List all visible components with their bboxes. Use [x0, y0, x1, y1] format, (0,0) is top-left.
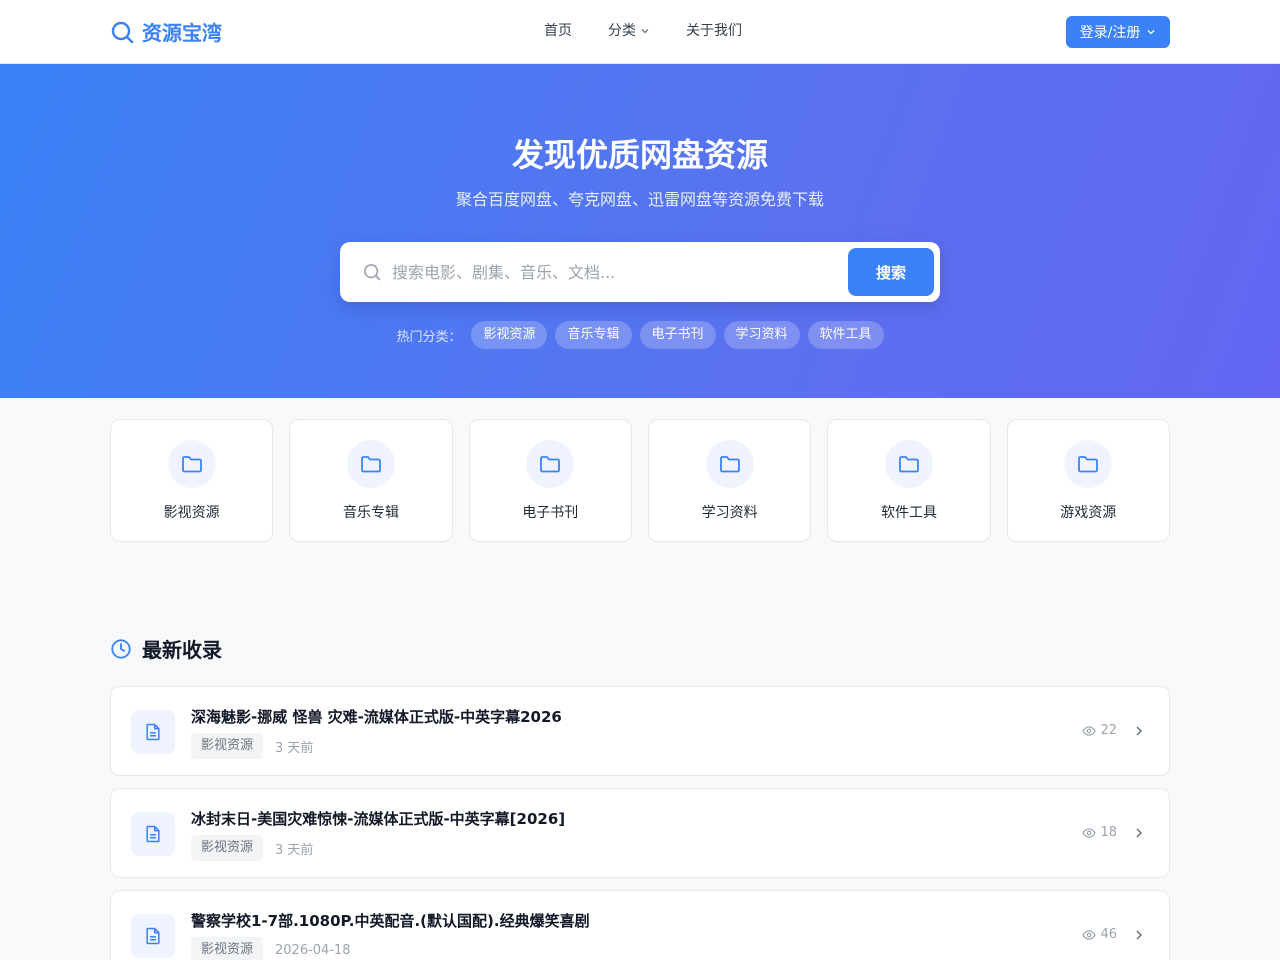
file-icon — [146, 927, 160, 945]
item-date: 3 天前 — [275, 842, 314, 858]
eye-icon — [1082, 827, 1097, 838]
nav-home-label: 首页 — [544, 23, 572, 39]
category-label: 学习资料 — [701, 505, 758, 521]
search-button[interactable]: 搜索 — [848, 248, 934, 296]
folder-icon — [1078, 456, 1099, 473]
folder-icon — [899, 456, 919, 473]
search-icon — [364, 264, 381, 281]
folder-icon — [719, 456, 740, 473]
list-item[interactable]: 冰封末日-美国灾难惊悚-流媒体正式版-中英字幕[2026] 影视资源 3 天前 … — [110, 788, 1170, 878]
file-icon-bg — [131, 710, 175, 754]
nav-about-label: 关于我们 — [686, 23, 742, 39]
item-date: 3 天前 — [275, 740, 314, 756]
file-icon — [146, 825, 160, 843]
file-icon — [146, 723, 160, 741]
category-icon-bg — [1064, 440, 1113, 488]
item-views: 18 — [1082, 825, 1117, 840]
hot-tag-ebook[interactable]: 电子书刊 — [639, 321, 716, 349]
chevron-down-icon — [1147, 30, 1155, 35]
category-card-study[interactable]: 学习资料 — [647, 419, 812, 542]
item-category-tag: 影视资源 — [191, 835, 264, 861]
item-views: 46 — [1082, 927, 1117, 942]
nav-categories[interactable]: 分类 — [608, 20, 650, 42]
category-icon-bg — [884, 440, 933, 488]
login-register-label: 登录/注册 — [1079, 25, 1141, 41]
folder-icon — [540, 456, 561, 473]
category-icon-bg — [526, 440, 575, 488]
item-date: 2026-04-18 — [275, 942, 351, 958]
clock-icon — [111, 638, 131, 659]
chevron-right-icon — [1136, 726, 1143, 736]
hero-banner: 发现优质网盘资源 聚合百度网盘、夸克网盘、迅雷网盘等资源免费下载 搜索 热门分类… — [0, 64, 1280, 398]
category-label: 游戏资源 — [1060, 505, 1117, 521]
category-icon-bg — [346, 440, 395, 488]
nav-categories-label: 分类 — [608, 23, 636, 39]
main-nav: 首页 分类 关于我们 — [544, 20, 742, 42]
hot-tag-software[interactable]: 软件工具 — [807, 321, 884, 349]
top-header: 资源宝湾 首页 分类 关于我们 登录/注册 — [0, 0, 1280, 64]
chevron-down-icon — [641, 29, 649, 34]
category-label: 软件工具 — [880, 505, 937, 521]
latest-list: 深海魅影-挪威 怪兽 灾难-流媒体正式版-中英字幕2026 影视资源 3 天前 … — [110, 686, 1170, 960]
folder-icon — [181, 456, 202, 473]
latest-section-header: 最新收录 — [110, 634, 222, 663]
item-meta: 影视资源 3 天前 — [191, 835, 313, 861]
hot-tag-music[interactable]: 音乐专辑 — [555, 321, 632, 349]
category-grid: 影视资源 音乐专辑 电子书刊 学习资料 软件工具 游戏资源 — [110, 419, 1170, 542]
folder-icon — [361, 456, 381, 473]
eye-icon — [1082, 725, 1097, 736]
category-card-ebook[interactable]: 电子书刊 — [468, 419, 632, 542]
category-icon-bg — [705, 440, 754, 488]
logo-text: 资源宝湾 — [142, 21, 222, 45]
item-meta: 影视资源 3 天前 — [191, 733, 313, 759]
list-item[interactable]: 深海魅影-挪威 怪兽 灾难-流媒体正式版-中英字幕2026 影视资源 3 天前 … — [110, 686, 1170, 776]
search-input[interactable] — [392, 256, 832, 288]
hero-subtitle: 聚合百度网盘、夸克网盘、迅雷网盘等资源免费下载 — [455, 190, 824, 209]
item-views-count: 22 — [1100, 723, 1117, 738]
eye-icon — [1082, 929, 1097, 940]
latest-section-title: 最新收录 — [142, 638, 222, 662]
category-card-music[interactable]: 音乐专辑 — [289, 419, 453, 542]
item-views: 22 — [1082, 723, 1117, 738]
item-title: 警察学校1-7部.1080P.中英配音.(默认国配).经典爆笑喜剧 — [191, 912, 590, 930]
item-meta: 影视资源 2026-04-18 — [191, 937, 351, 960]
category-card-film[interactable]: 影视资源 — [110, 419, 274, 542]
hot-tag-study[interactable]: 学习资料 — [723, 321, 800, 349]
hot-tag-film[interactable]: 影视资源 — [471, 321, 548, 349]
nav-home[interactable]: 首页 — [544, 20, 572, 42]
item-category-tag: 影视资源 — [191, 937, 264, 960]
hot-categories-label: 热门分类： — [396, 329, 462, 345]
hot-categories: 热门分类： 影视资源 音乐专辑 电子书刊 学习资料 软件工具 — [0, 321, 1280, 349]
login-register-button[interactable]: 登录/注册 — [1066, 16, 1170, 48]
hero-title: 发现优质网盘资源 — [511, 136, 768, 174]
item-category-tag: 影视资源 — [191, 733, 264, 759]
category-card-games[interactable]: 游戏资源 — [1006, 419, 1170, 542]
category-card-software[interactable]: 软件工具 — [827, 419, 991, 542]
file-icon-bg — [131, 812, 175, 856]
chevron-right-icon — [1136, 930, 1143, 940]
item-title: 冰封末日-美国灾难惊悚-流媒体正式版-中英字幕[2026] — [191, 810, 566, 828]
search-box: 搜索 — [340, 242, 940, 302]
item-views-count: 18 — [1100, 825, 1117, 840]
item-views-count: 46 — [1100, 927, 1117, 942]
list-item[interactable]: 警察学校1-7部.1080P.中英配音.(默认国配).经典爆笑喜剧 影视资源 2… — [110, 890, 1170, 960]
logo[interactable]: 资源宝湾 — [110, 17, 222, 46]
file-icon-bg — [131, 914, 175, 958]
nav-about[interactable]: 关于我们 — [686, 20, 742, 42]
chevron-right-icon — [1136, 828, 1143, 838]
item-title: 深海魅影-挪威 怪兽 灾难-流媒体正式版-中英字幕2026 — [191, 708, 562, 726]
search-icon — [111, 21, 134, 43]
category-icon-bg — [167, 440, 216, 488]
category-label: 电子书刊 — [522, 505, 579, 521]
category-label: 影视资源 — [163, 505, 220, 521]
category-label: 音乐专辑 — [342, 505, 399, 521]
